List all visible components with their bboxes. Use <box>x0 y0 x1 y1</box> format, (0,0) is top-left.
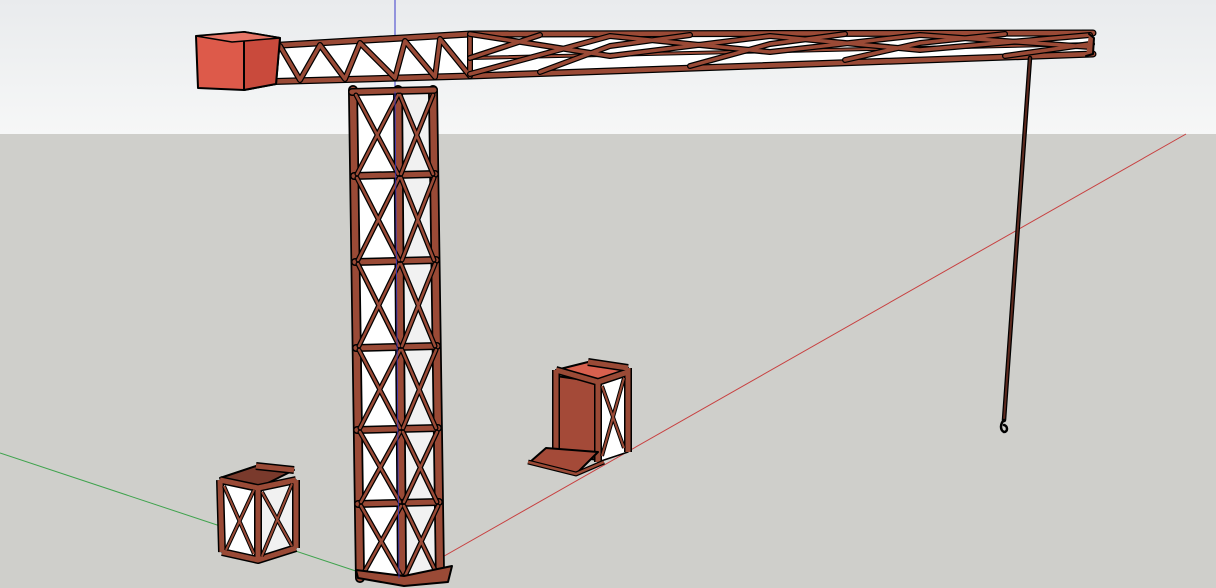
crate-inner-wall <box>555 375 599 461</box>
sketchup-viewport[interactable] <box>0 0 1216 588</box>
truss-box[interactable] <box>216 462 300 564</box>
crane-mast[interactable] <box>348 85 453 587</box>
3d-scene[interactable] <box>0 0 1216 588</box>
counterweight[interactable] <box>195 31 281 91</box>
